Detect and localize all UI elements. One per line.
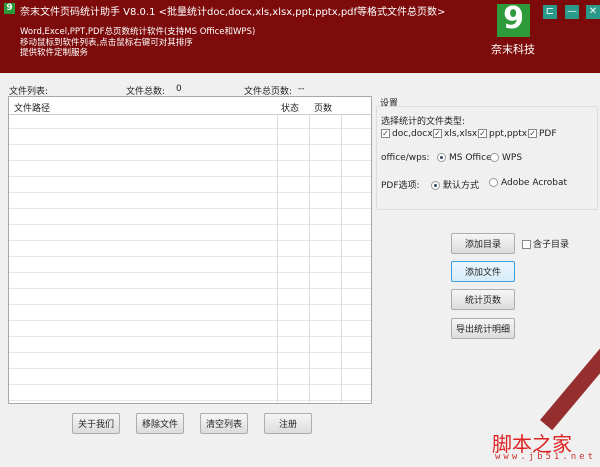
office-wps-label: office/wps:	[381, 153, 430, 163]
clear-list-button[interactable]: 清空列表	[200, 413, 248, 434]
total-pages-value: --	[298, 84, 305, 94]
add-directory-button[interactable]: 添加目录	[451, 233, 515, 254]
brand-logo: 9	[497, 4, 530, 37]
window-title: 奈末文件页码统计助手 V8.0.1 <批量统计doc,docx,xls,xlsx…	[20, 7, 446, 18]
checkbox-xls[interactable]: ✓ xls,xlsx	[433, 129, 477, 139]
radio-icon	[437, 153, 446, 162]
description: Word,Excel,PPT,PDF总页数统计软件(支持MS Office和WP…	[20, 27, 255, 59]
radio-ms-office[interactable]: MS Office	[437, 153, 492, 163]
checkbox-icon: ✓	[381, 129, 390, 138]
pin-button[interactable]: ⊏	[543, 5, 557, 19]
column-header-pages[interactable]: 页数	[314, 101, 332, 114]
about-button[interactable]: 关于我们	[72, 413, 120, 434]
description-line: 提供软件定制服务	[20, 48, 89, 58]
minimize-button[interactable]: —	[565, 5, 579, 19]
pdf-option-label: PDF选项:	[381, 181, 420, 191]
table-header: 文件路径 状态 页数	[9, 97, 371, 115]
column-header-status[interactable]: 状态	[281, 101, 299, 114]
checkbox-icon: ✓	[433, 129, 442, 138]
app-icon: 9	[4, 3, 15, 14]
file-count-value: 0	[176, 84, 182, 94]
radio-adobe-acrobat[interactable]: Adobe Acrobat	[489, 178, 567, 188]
radio-icon	[490, 153, 499, 162]
brand-name: 奈末科技	[491, 43, 535, 56]
register-button[interactable]: 注册	[264, 413, 312, 434]
export-details-button[interactable]: 导出统计明细	[451, 318, 515, 339]
file-list-table[interactable]: 文件路径 状态 页数	[8, 96, 372, 404]
file-types-label: 选择统计的文件类型:	[381, 117, 466, 127]
checkbox-icon: ✓	[528, 129, 537, 138]
checkbox-pdf[interactable]: ✓ PDF	[528, 129, 557, 139]
column-header-path[interactable]: 文件路径	[14, 101, 50, 114]
description-line: Word,Excel,PPT,PDF总页数统计软件(支持MS Office和WP…	[20, 27, 256, 37]
close-button[interactable]: ✕	[586, 5, 600, 19]
checkbox-icon	[522, 240, 531, 249]
remove-file-button[interactable]: 移除文件	[136, 413, 184, 434]
add-file-button[interactable]: 添加文件	[451, 261, 515, 282]
checkbox-ppt[interactable]: ✓ ppt,pptx	[478, 129, 527, 139]
radio-wps[interactable]: WPS	[490, 153, 522, 163]
checkbox-doc[interactable]: ✓ doc,docx	[381, 129, 433, 139]
description-line: 移动鼠标到软件列表,点击鼠标右键可对其排序	[20, 37, 193, 48]
header-banner: 9 奈末文件页码统计助手 V8.0.1 <批量统计doc,docx,xls,xl…	[0, 0, 600, 73]
include-subdirectories-checkbox[interactable]: 含子目录	[522, 237, 569, 250]
radio-default[interactable]: 默认方式	[431, 178, 479, 191]
radio-icon	[489, 178, 498, 187]
radio-icon	[431, 181, 440, 190]
checkbox-icon: ✓	[478, 129, 487, 138]
watermark-ribbon	[540, 328, 600, 431]
watermark-url: www.jb51.net	[495, 452, 597, 462]
settings-group: 选择统计的文件类型: ✓ doc,docx ✓ xls,xlsx ✓ ppt,pptx…	[376, 106, 598, 210]
count-pages-button[interactable]: 统计页数	[451, 289, 515, 310]
